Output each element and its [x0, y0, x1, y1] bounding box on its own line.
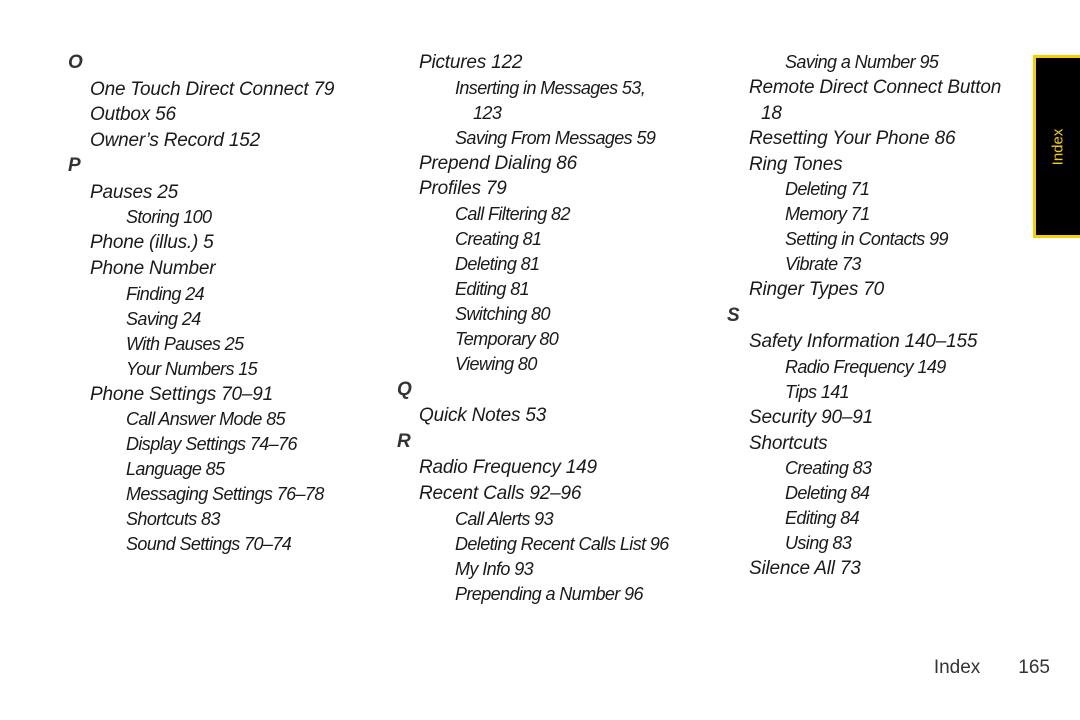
index-subentry: Saving a Number 95	[785, 52, 939, 72]
index-subentry: My Info 93	[455, 558, 534, 579]
index-entry: Owner’s Record 152	[90, 129, 260, 151]
section-tab-label: Index	[1049, 128, 1067, 165]
page-number: 165	[1018, 657, 1050, 678]
index-subentry: Shortcuts 83	[126, 509, 220, 530]
index-entry: Pauses 25	[90, 181, 178, 203]
index-subentry: Messaging Settings 76–78	[126, 484, 324, 505]
index-entry: Radio Frequency 149	[419, 457, 597, 479]
index-entry: One Touch Direct Connect 79	[90, 78, 335, 100]
index-subentry: Language 85	[126, 459, 225, 480]
index-entry: Pictures 122	[419, 52, 523, 73]
index-subentry: Editing 81	[455, 278, 530, 299]
index-entry-continuation: 18	[761, 102, 782, 124]
index-letter-heading: R	[397, 430, 411, 452]
index-entry: Prepend Dialing 86	[419, 152, 578, 174]
index-subentry: Call Answer Mode 85	[126, 409, 286, 430]
index-subentry: Saving 24	[126, 308, 201, 329]
index-subentry: Deleting 84	[785, 483, 870, 504]
index-subentry: With Pauses 25	[126, 333, 244, 354]
index-subentry: Vibrate 73	[785, 254, 861, 275]
index-subentry: Finding 24	[126, 283, 205, 304]
index-subentry: Display Settings 74–76	[126, 434, 298, 455]
index-entry: Phone Number	[90, 257, 216, 279]
index-subentry: Switching 80	[455, 303, 550, 324]
index-subentry: Radio Frequency 149	[785, 357, 946, 378]
index-letter-heading: P	[68, 155, 81, 177]
index-subentry: Storing 100	[126, 207, 212, 228]
index-subentry: Viewing 80	[455, 353, 537, 374]
index-entry: Recent Calls 92–96	[419, 482, 582, 504]
index-entry: Silence All 73	[749, 558, 861, 580]
index-entry: Outbox 56	[90, 104, 176, 126]
page-footer: Index 165	[934, 657, 1050, 679]
index-entry: Phone (illus.) 5	[90, 232, 214, 254]
index-subentry: Creating 81	[455, 228, 542, 249]
index-entry-continuation: 123	[473, 102, 502, 123]
index-subentry: Deleting Recent Calls List 96	[455, 533, 669, 554]
index-entry: Security 90–91	[749, 407, 873, 429]
index-subentry: Sound Settings 70–74	[126, 534, 292, 555]
index-subentry: Temporary 80	[455, 328, 559, 349]
index-column-3: Saving a Number 95 Remote Direct Connect …	[727, 50, 1027, 582]
index-entry: Quick Notes 53	[419, 405, 547, 427]
index-subentry: Memory 71	[785, 204, 870, 225]
index-entry: Safety Information 140–155	[749, 331, 978, 353]
index-letter-heading: O	[68, 52, 83, 73]
index-subentry: Inserting in Messages 53,	[455, 77, 646, 98]
index-subentry: Saving From Messages 59	[455, 127, 656, 148]
index-entry: Resetting Your Phone 86	[749, 128, 956, 150]
index-entry: Remote Direct Connect Button	[749, 77, 1002, 98]
index-entry: Shortcuts	[749, 432, 828, 454]
index-entry: Profiles 79	[419, 178, 507, 200]
section-tab-index[interactable]: Index	[1033, 55, 1080, 238]
index-subentry: Using 83	[785, 533, 852, 554]
index-subentry: Deleting 71	[785, 179, 870, 200]
index-letter-heading: Q	[397, 378, 412, 400]
index-letter-heading: S	[727, 304, 740, 326]
index-entry: Ringer Types 70	[749, 279, 884, 301]
index-column-2: Pictures 122 Inserting in Messages 53, 123…	[397, 50, 717, 607]
index-column-1: O One Touch Direct Connect 79 Outbox 56 Own…	[68, 50, 388, 557]
index-subentry: Editing 84	[785, 508, 860, 529]
index-subentry: Your Numbers 15	[126, 358, 258, 379]
index-entry: Ring Tones	[749, 153, 843, 175]
index-subentry: Setting in Contacts 99	[785, 229, 949, 250]
index-subentry: Tips 141	[785, 382, 850, 403]
index-subentry: Deleting 81	[455, 253, 540, 274]
footer-section-name: Index	[933, 657, 981, 678]
index-subentry: Call Alerts 93	[455, 508, 554, 529]
index-subentry: Call Filtering 82	[455, 203, 570, 224]
index-entry: Phone Settings 70–91	[90, 383, 273, 405]
index-subentry: Prepending a Number 96	[455, 583, 644, 604]
index-subentry: Creating 83	[785, 458, 872, 479]
